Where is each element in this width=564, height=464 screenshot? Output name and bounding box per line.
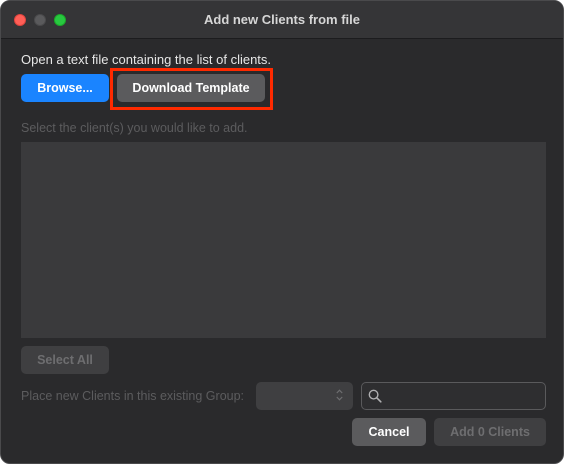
browse-button[interactable]: Browse...: [21, 74, 109, 102]
group-select[interactable]: [256, 382, 353, 410]
download-template-button[interactable]: Download Template: [117, 74, 265, 102]
add-clients-button[interactable]: Add 0 Clients: [434, 418, 546, 446]
cancel-button[interactable]: Cancel: [352, 418, 426, 446]
select-clients-label: Select the client(s) you would like to a…: [21, 121, 248, 135]
group-label: Place new Clients in this existing Group…: [21, 389, 245, 403]
search-icon: [368, 389, 382, 403]
add-clients-dialog: Add new Clients from file Open a text fi…: [0, 0, 564, 464]
title-bar: Add new Clients from file: [1, 1, 563, 39]
search-input[interactable]: [386, 385, 545, 409]
window-title: Add new Clients from file: [203, 12, 360, 27]
search-field[interactable]: [361, 382, 546, 410]
select-all-button[interactable]: Select All: [21, 346, 109, 374]
instruction-text: Open a text file containing the list of …: [21, 52, 272, 67]
client-list[interactable]: [21, 142, 546, 338]
up-down-chevron-icon: [336, 389, 343, 401]
